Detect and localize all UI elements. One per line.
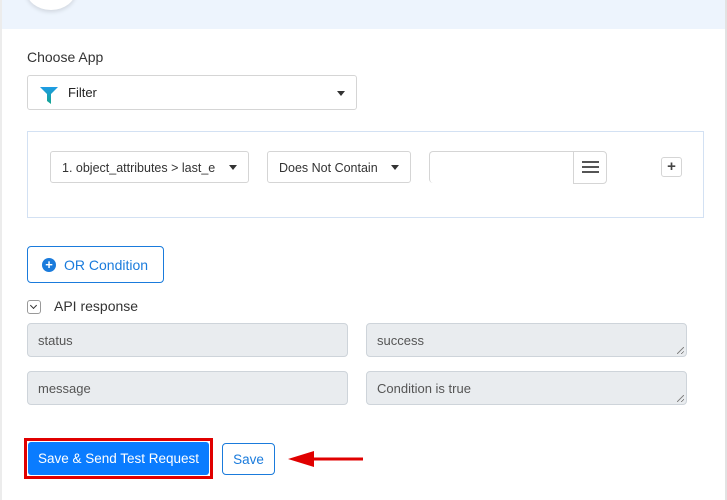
response-value-text: Condition is true (377, 381, 471, 396)
selected-app-name: Filter (68, 85, 97, 100)
response-key-field: message (27, 371, 348, 405)
or-condition-button[interactable]: + OR Condition (27, 246, 164, 283)
api-response-label: API response (54, 298, 139, 314)
condition-operator-value: Does Not Contain (279, 161, 378, 175)
resize-grip-icon[interactable] (677, 395, 684, 402)
condition-operator-select[interactable]: Does Not Contain (267, 151, 411, 183)
condition-field-value: 1. object_attributes > last_e (62, 161, 216, 175)
condition-field-select[interactable]: 1. object_attributes > last_e (50, 151, 249, 183)
response-key-field: status (27, 323, 348, 357)
page-container: Choose App Filter 1. object_attributes >… (0, 0, 727, 500)
chevron-down-icon (229, 165, 237, 170)
chevron-down-icon (29, 301, 38, 310)
resize-grip-icon[interactable] (677, 347, 684, 354)
app-select-dropdown[interactable]: Filter (27, 75, 357, 110)
hamburger-icon-line (582, 166, 599, 168)
or-condition-label: OR Condition (64, 257, 149, 273)
chevron-down-icon (391, 165, 399, 170)
save-and-send-test-request-button[interactable]: Save & Send Test Request (28, 442, 209, 475)
response-value-field: success (366, 323, 687, 357)
header-band (2, 0, 725, 29)
choose-app-label: Choose App (27, 49, 104, 65)
filter-funnel-icon (40, 87, 58, 104)
plus-icon: + (667, 158, 676, 175)
save-button[interactable]: Save (222, 443, 275, 475)
response-value-text: success (377, 333, 424, 348)
api-response-toggle[interactable] (27, 300, 41, 314)
annotation-arrow-icon (288, 451, 363, 467)
hamburger-icon (582, 161, 599, 163)
chevron-down-icon (337, 91, 345, 96)
condition-value-input[interactable] (429, 151, 574, 183)
plus-circle-icon: + (42, 258, 56, 272)
response-value-field: Condition is true (366, 371, 687, 405)
add-and-condition-button[interactable]: + (661, 157, 682, 177)
hamburger-icon-line (582, 171, 599, 173)
value-options-button[interactable] (573, 151, 607, 184)
